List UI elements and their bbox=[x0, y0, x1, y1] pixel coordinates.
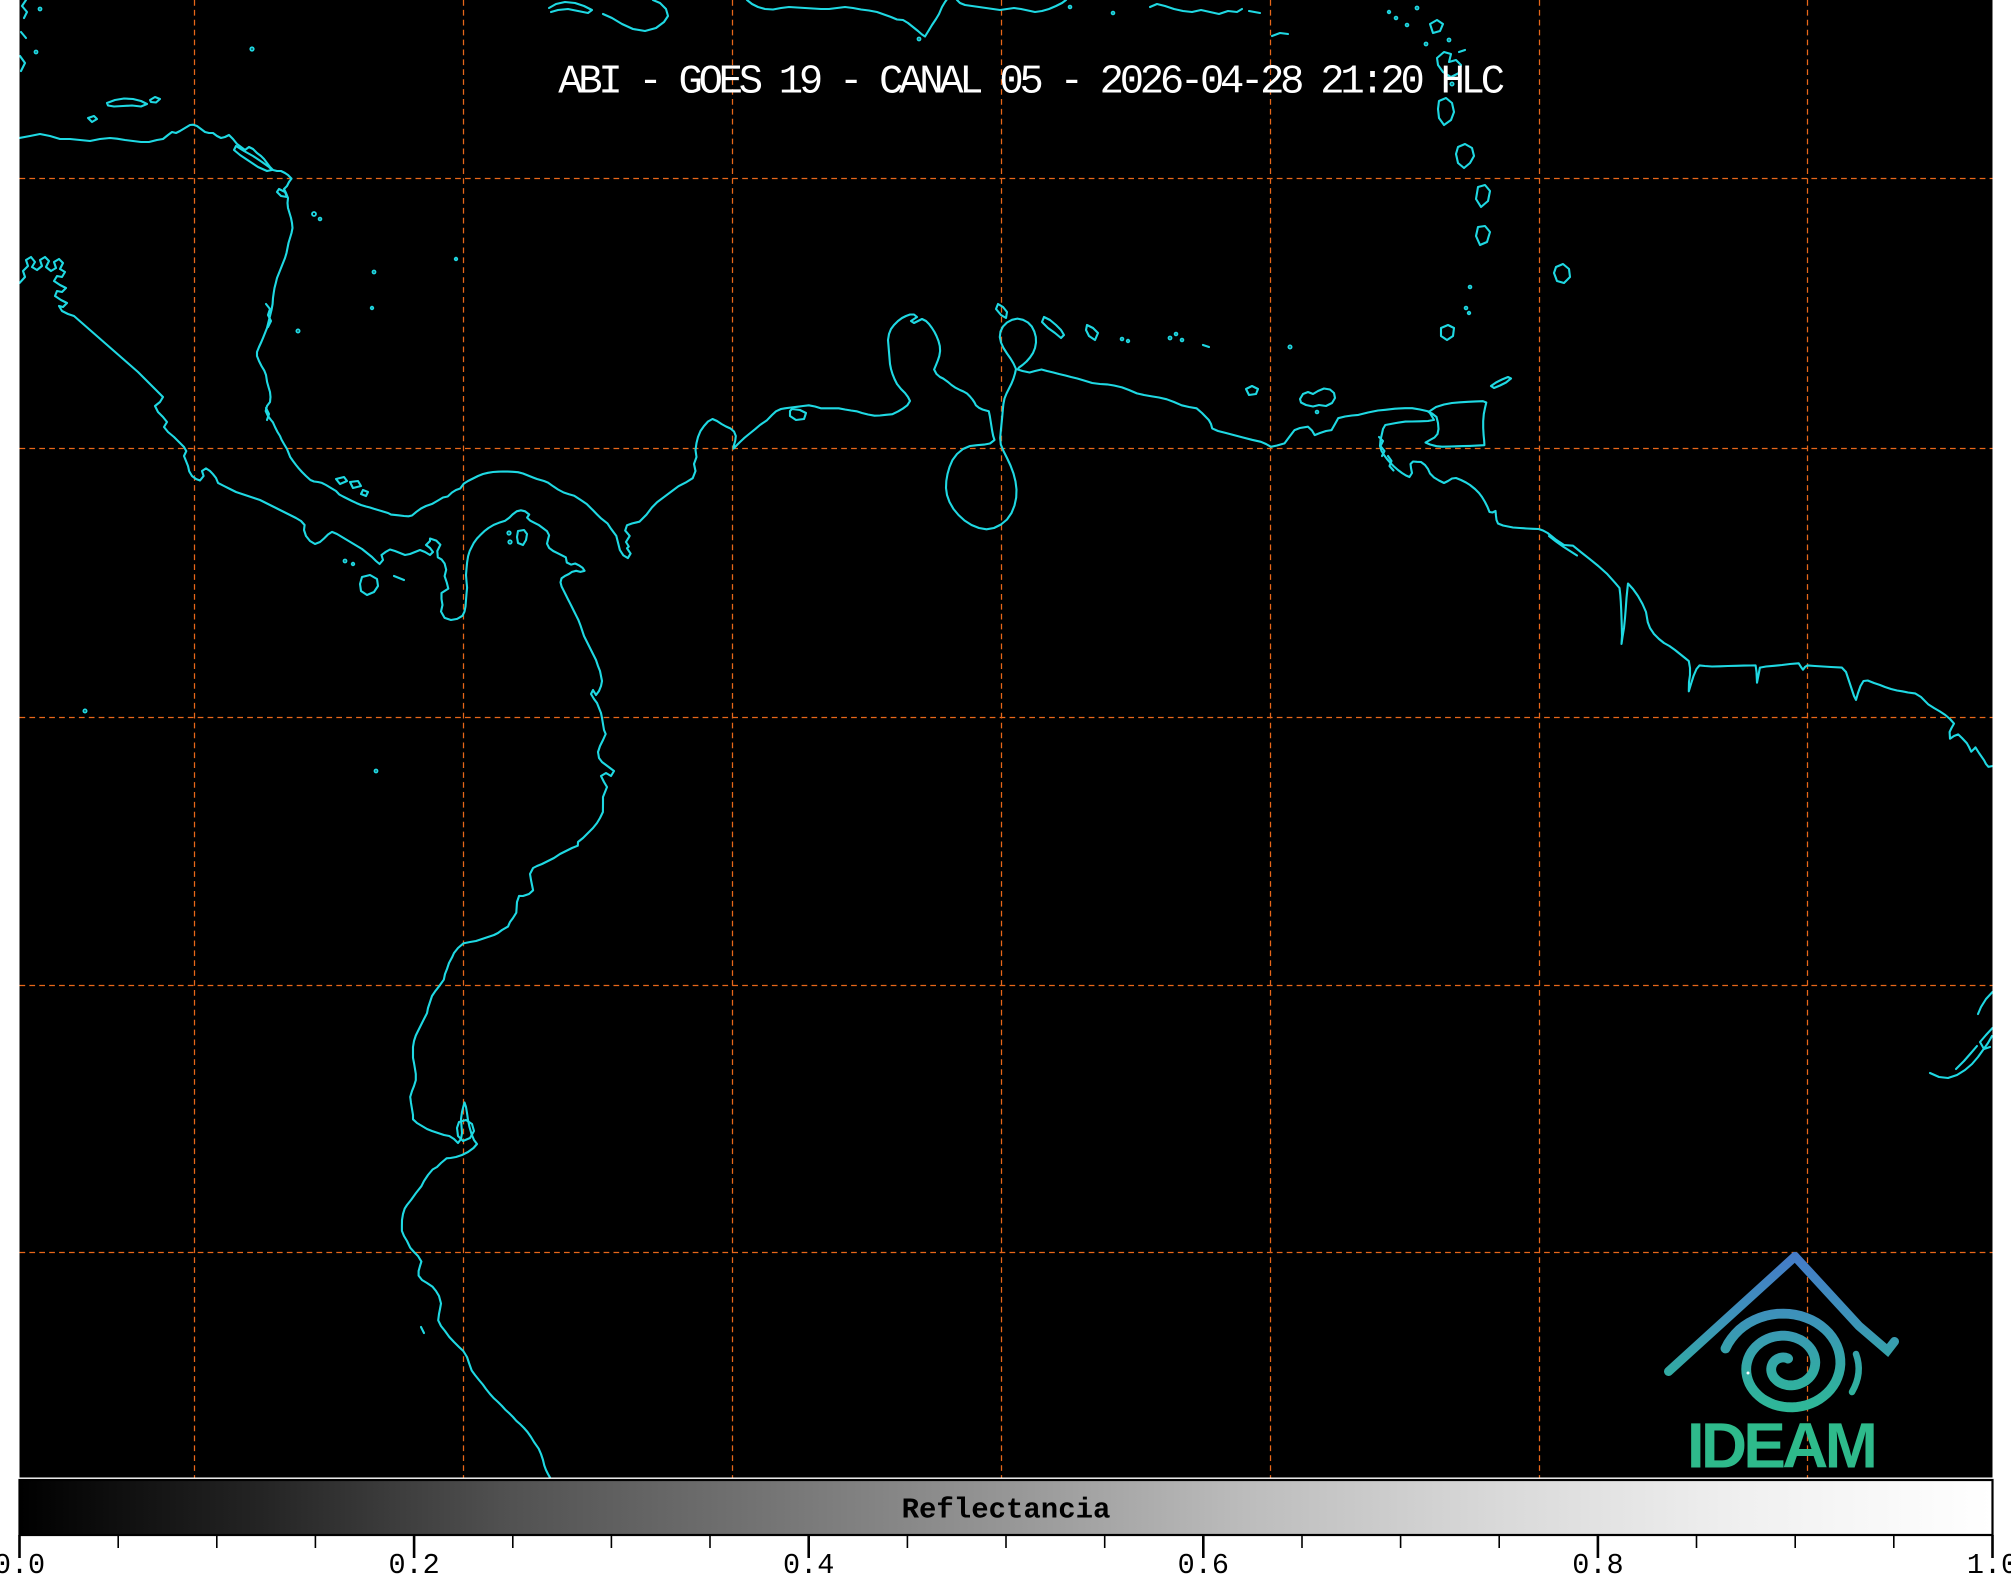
svg-text:0.8: 0.8 bbox=[1572, 1549, 1623, 1577]
svg-text:1.0: 1.0 bbox=[1967, 1549, 2011, 1577]
svg-text:Reflectancia: Reflectancia bbox=[902, 1494, 1111, 1527]
svg-text:IDEAM: IDEAM bbox=[1687, 1410, 1875, 1482]
svg-text:ABI - GOES 19 - CANAL 05 - 202: ABI - GOES 19 - CANAL 05 - 2026-04-28 21… bbox=[558, 60, 1503, 106]
svg-text:0.4: 0.4 bbox=[783, 1549, 834, 1577]
svg-text:0.2: 0.2 bbox=[388, 1549, 439, 1577]
svg-text:0.6: 0.6 bbox=[1178, 1549, 1229, 1577]
svg-text:0.0: 0.0 bbox=[0, 1549, 45, 1577]
